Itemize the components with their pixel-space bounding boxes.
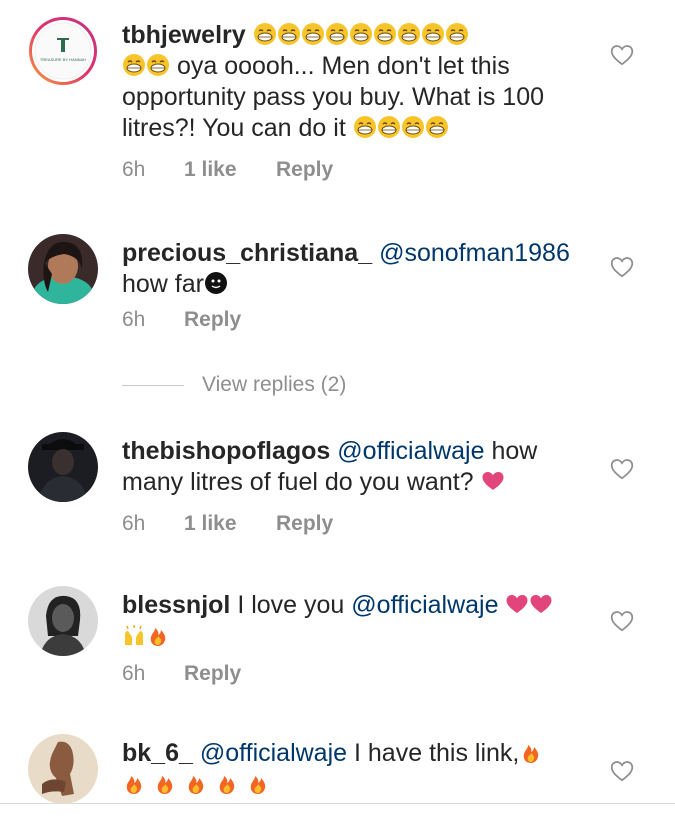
fire-emoji-icon: [153, 771, 177, 795]
fire-emoji-icon: [246, 771, 270, 795]
heart-icon[interactable]: [609, 758, 635, 784]
comment-meta: 6h 1 like Reply: [122, 158, 333, 182]
grinning-emoji-icon: [301, 22, 325, 46]
fire-emoji-icon: [146, 623, 170, 647]
reply-button[interactable]: Reply: [276, 512, 333, 536]
comment-text: I have this link,: [354, 739, 520, 767]
raised-hands-emoji-icon: [122, 623, 146, 647]
comment-blessnjol: blessnjol I love you @officialwaje 6h Re…: [0, 570, 675, 700]
timestamp: 6h: [122, 308, 146, 331]
comment-meta: 6h 1 like Reply: [122, 512, 333, 536]
svg-text:TREASURE BY HANNAH: TREASURE BY HANNAH: [40, 57, 86, 62]
grinning-emoji-icon: [377, 115, 401, 139]
fire-emoji-icon: [215, 771, 239, 795]
comment-body: thebishopoflagos @officialwaje how many …: [122, 436, 582, 498]
comment-body: tbhjewelry oya ooooh... Men don't let th…: [122, 20, 582, 144]
fire-emoji-icon: [184, 771, 208, 795]
grinning-emoji-icon: [277, 22, 301, 46]
reply-button[interactable]: Reply: [184, 662, 241, 686]
pink-heart-icon: [529, 592, 553, 616]
view-replies-button[interactable]: View replies (2): [122, 372, 346, 398]
avatar[interactable]: [28, 734, 98, 804]
grinning-emoji-icon: [349, 22, 373, 46]
reply-button[interactable]: Reply: [184, 308, 241, 332]
timestamp: 6h: [122, 512, 146, 535]
comment-body: precious_christiana_ @sonofman1986 how f…: [122, 238, 582, 300]
like-count[interactable]: 1 like: [184, 158, 276, 182]
grinning-emoji-icon: [253, 22, 277, 46]
grinning-emoji-icon: [445, 22, 469, 46]
username[interactable]: tbhjewelry: [122, 21, 246, 49]
timestamp: 6h: [122, 662, 146, 685]
dark-face-emoji-icon: [204, 271, 228, 295]
comment-thebishopoflagos: thebishopoflagos @officialwaje how many …: [0, 420, 675, 550]
grinning-emoji-icon: [397, 22, 421, 46]
username[interactable]: bk_6_: [122, 739, 193, 767]
username[interactable]: blessnjol: [122, 591, 230, 619]
comment-tbhjewelry: TREASURE BY HANNAH tbhjewelry oya ooooh.…: [0, 0, 675, 200]
comment-meta: 6h Reply: [122, 308, 241, 332]
comment-text: how far: [122, 270, 204, 298]
view-replies-label: View replies (2): [202, 373, 347, 396]
grinning-emoji-icon: [325, 22, 349, 46]
pink-heart-icon: [505, 592, 529, 616]
mention-link[interactable]: @officialwaje: [337, 437, 484, 465]
grinning-emoji-icon: [353, 115, 377, 139]
comments-list: TREASURE BY HANNAH tbhjewelry oya ooooh.…: [0, 0, 675, 818]
comment-meta: 6h Reply: [122, 662, 241, 686]
grinning-emoji-icon: [373, 22, 397, 46]
mention-link[interactable]: @sonofman1986: [379, 239, 570, 267]
username[interactable]: thebishopoflagos: [122, 437, 330, 465]
grinning-emoji-icon: [122, 53, 146, 77]
avatar[interactable]: [28, 234, 98, 304]
grinning-emoji-icon: [146, 53, 170, 77]
avatar[interactable]: [28, 586, 98, 656]
grinning-emoji-icon: [401, 115, 425, 139]
mention-link[interactable]: @officialwaje: [351, 591, 498, 619]
heart-icon[interactable]: [609, 42, 635, 68]
fire-emoji-icon: [122, 771, 146, 795]
fire-emoji-icon: [519, 740, 543, 764]
pink-heart-icon: [481, 469, 505, 493]
heart-icon[interactable]: [609, 456, 635, 482]
grinning-emoji-icon: [425, 115, 449, 139]
heart-icon[interactable]: [609, 608, 635, 634]
avatar[interactable]: TREASURE BY HANNAH: [28, 16, 98, 86]
heart-icon[interactable]: [609, 254, 635, 280]
comment-body: bk_6_ @officialwaje I have this link,: [122, 738, 582, 800]
bottom-divider: [0, 803, 675, 804]
grinning-emoji-icon: [421, 22, 445, 46]
mention-link[interactable]: @officialwaje: [200, 739, 347, 767]
comment-text: oya ooooh... Men don't let this opportun…: [122, 52, 544, 142]
avatar[interactable]: [28, 432, 98, 502]
divider: [122, 384, 184, 386]
comment-body: blessnjol I love you @officialwaje: [122, 590, 582, 652]
like-count[interactable]: 1 like: [184, 512, 276, 536]
reply-button[interactable]: Reply: [276, 158, 333, 182]
comment-precious_christiana_: precious_christiana_ @sonofman1986 how f…: [0, 220, 675, 340]
username[interactable]: precious_christiana_: [122, 239, 372, 267]
comment-text: I love you: [237, 591, 345, 619]
timestamp: 6h: [122, 158, 146, 181]
